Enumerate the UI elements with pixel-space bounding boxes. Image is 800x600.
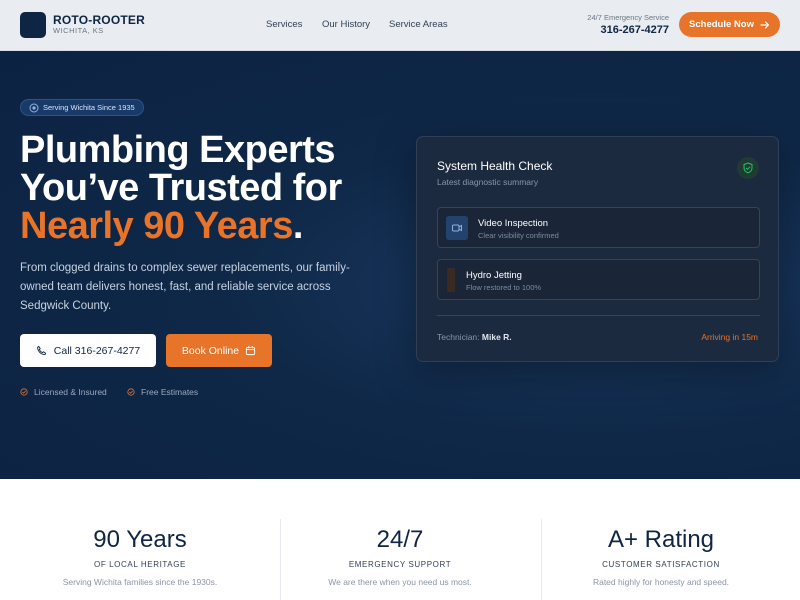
stat-rating: A+ Rating CUSTOMER SATISFACTION Rated hi… xyxy=(531,479,791,600)
check-circle-icon xyxy=(127,388,135,396)
call-button[interactable]: Call 316-267-4277 xyxy=(20,334,156,367)
site-header: ROTO-ROOTER WICHITA, KS Services Our His… xyxy=(0,0,800,51)
since-badge: Serving Wichita Since 1935 xyxy=(20,99,144,116)
camera-icon xyxy=(446,216,468,240)
item-desc: Clear visibility confirmed xyxy=(478,231,559,240)
stat-emergency: 24/7 EMERGENCY SUPPORT We are there when… xyxy=(270,479,530,600)
headline-period: . xyxy=(292,205,304,247)
card-title: System Health Check xyxy=(437,159,553,173)
brand-location: WICHITA, KS xyxy=(53,26,104,35)
system-health-card: System Health Check Latest diagnostic su… xyxy=(416,136,779,362)
calendar-icon xyxy=(246,346,256,356)
technician-label: Technician: xyxy=(437,332,480,342)
arrival-status: Arriving in 15m xyxy=(701,332,758,342)
schedule-now-button[interactable]: Schedule Now xyxy=(679,12,780,37)
trust-estimates: Free Estimates xyxy=(127,387,198,397)
emergency-phone-link[interactable]: 316-267-4277 xyxy=(600,24,669,36)
hero-section: Serving Wichita Since 1935 Plumbing Expe… xyxy=(0,51,800,479)
badge-text: Serving Wichita Since 1935 xyxy=(43,103,135,112)
headline-line-2: You’ve Trusted for xyxy=(20,167,342,209)
book-online-label: Book Online xyxy=(181,344,240,357)
status-item-video-inspection: Video Inspection Clear visibility confir… xyxy=(437,207,760,248)
headline-line-1: Plumbing Experts xyxy=(20,129,336,171)
water-jet-icon xyxy=(447,268,455,292)
nav-our-history[interactable]: Our History xyxy=(322,19,370,30)
stat-label: CUSTOMER SATISFACTION xyxy=(602,560,720,569)
headline-accent: Nearly 90 Years xyxy=(20,205,293,247)
trust-estimates-label: Free Estimates xyxy=(141,387,199,397)
item-title: Hydro Jetting xyxy=(466,270,522,281)
stat-value: 24/7 xyxy=(376,526,424,553)
arrow-right-icon xyxy=(760,20,770,29)
stat-label: EMERGENCY SUPPORT xyxy=(348,560,452,569)
card-subtitle: Latest diagnostic summary xyxy=(437,177,539,187)
trust-licensed: Licensed & Insured xyxy=(20,387,107,397)
stat-desc: Serving Wichita families since the 1930s… xyxy=(62,577,218,587)
status-item-hydro-jetting: Hydro Jetting Flow restored to 100% xyxy=(437,259,760,300)
call-button-label: Call 316-267-4277 xyxy=(53,344,141,357)
technician-name: Mike R. xyxy=(481,332,512,342)
brand-name[interactable]: ROTO-ROOTER xyxy=(53,13,145,27)
phone-icon xyxy=(36,345,46,356)
card-divider xyxy=(437,315,760,316)
item-desc: Flow restored to 100% xyxy=(466,283,542,292)
nav-services[interactable]: Services xyxy=(266,19,302,30)
hero-description: From clogged drains to complex sewer rep… xyxy=(20,262,350,312)
stat-desc: We are there when you need us most. xyxy=(328,577,472,587)
schedule-now-label: Schedule Now xyxy=(689,19,754,30)
item-title: Video Inspection xyxy=(478,218,549,229)
stat-value: A+ Rating xyxy=(607,526,715,553)
logo-icon[interactable] xyxy=(20,12,46,38)
stat-desc: Rated highly for honesty and speed. xyxy=(592,577,730,587)
stats-section: 90 Years OF LOCAL HERITAGE Serving Wichi… xyxy=(0,479,800,600)
hero-headline: Plumbing Experts You’ve Trusted for Near… xyxy=(20,131,342,245)
nav-service-areas[interactable]: Service Areas xyxy=(389,19,448,30)
stat-value: 90 Years xyxy=(93,526,187,553)
stat-heritage: 90 Years OF LOCAL HERITAGE Serving Wichi… xyxy=(10,479,270,600)
location-target-icon xyxy=(29,103,39,113)
stat-label: OF LOCAL HERITAGE xyxy=(94,560,186,569)
emergency-label: 24/7 Emergency Service xyxy=(587,13,669,22)
check-circle-icon xyxy=(20,388,28,396)
trust-licensed-label: Licensed & Insured xyxy=(34,387,107,397)
book-online-button[interactable]: Book Online xyxy=(166,334,272,367)
technician-info: Technician: Mike R. xyxy=(437,332,512,342)
shield-check-icon xyxy=(737,157,759,179)
